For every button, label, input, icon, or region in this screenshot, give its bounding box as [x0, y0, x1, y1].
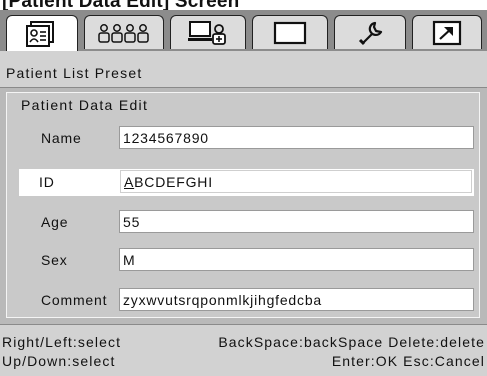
patient-data-edit-panel: Patient Data Edit Name 1234567890 ID ABC…	[6, 92, 480, 318]
age-row: Age 55	[19, 209, 476, 236]
sex-label: Sex	[41, 252, 68, 268]
device-screen: Patient List Preset Patient Data Edit Na…	[0, 10, 487, 376]
age-label: Age	[41, 214, 69, 230]
id-row: ID ABCDEFGHI	[19, 169, 474, 196]
comment-row: Comment zyxwvutsrqponmlkjihgfedcba	[19, 287, 476, 314]
status-hint-up-down: Up/Down:select	[2, 353, 116, 369]
status-hint-left-right: Right/Left:select	[2, 334, 122, 350]
comment-field[interactable]: zyxwvutsrqponmlkjihgfedcba	[119, 288, 474, 311]
id-field[interactable]: ABCDEFGHI	[120, 170, 472, 193]
patient-list-icon	[23, 20, 61, 47]
age-field[interactable]: 55	[119, 210, 474, 233]
name-field[interactable]: 1234567890	[119, 126, 474, 149]
sex-field[interactable]: M	[119, 248, 474, 271]
id-label: ID	[39, 174, 55, 190]
tab-blank-screen[interactable]	[252, 15, 328, 49]
preset-label: Patient List Preset	[0, 51, 487, 88]
status-hint-enter-esc: Enter:OK Esc:Cancel	[331, 353, 485, 369]
tab-patient-list[interactable]	[6, 15, 78, 51]
sex-row: Sex M	[19, 247, 476, 274]
patients-group-icon	[96, 22, 152, 44]
tab-wrench[interactable]	[334, 15, 406, 49]
name-row: Name 1234567890	[19, 125, 476, 152]
tab-patients-group[interactable]	[84, 15, 164, 49]
status-hint-backspace-delete: BackSpace:backSpace Delete:delete	[218, 334, 485, 350]
name-label: Name	[41, 130, 82, 146]
comment-label: Comment	[41, 292, 108, 308]
text-cursor: A	[124, 174, 135, 190]
tab-computer-user[interactable]	[170, 15, 246, 49]
panel-title: Patient Data Edit	[21, 97, 149, 113]
computer-user-icon	[186, 20, 230, 46]
tab-arrow[interactable]	[412, 15, 482, 49]
blank-screen-icon	[273, 21, 307, 45]
wrench-icon	[355, 19, 385, 47]
id-field-value: BCDEFGHI	[134, 174, 213, 190]
status-bar: Right/Left:select BackSpace:backSpace De…	[0, 324, 487, 376]
tab-bar	[0, 10, 487, 51]
arrow-upright-icon	[432, 20, 462, 46]
